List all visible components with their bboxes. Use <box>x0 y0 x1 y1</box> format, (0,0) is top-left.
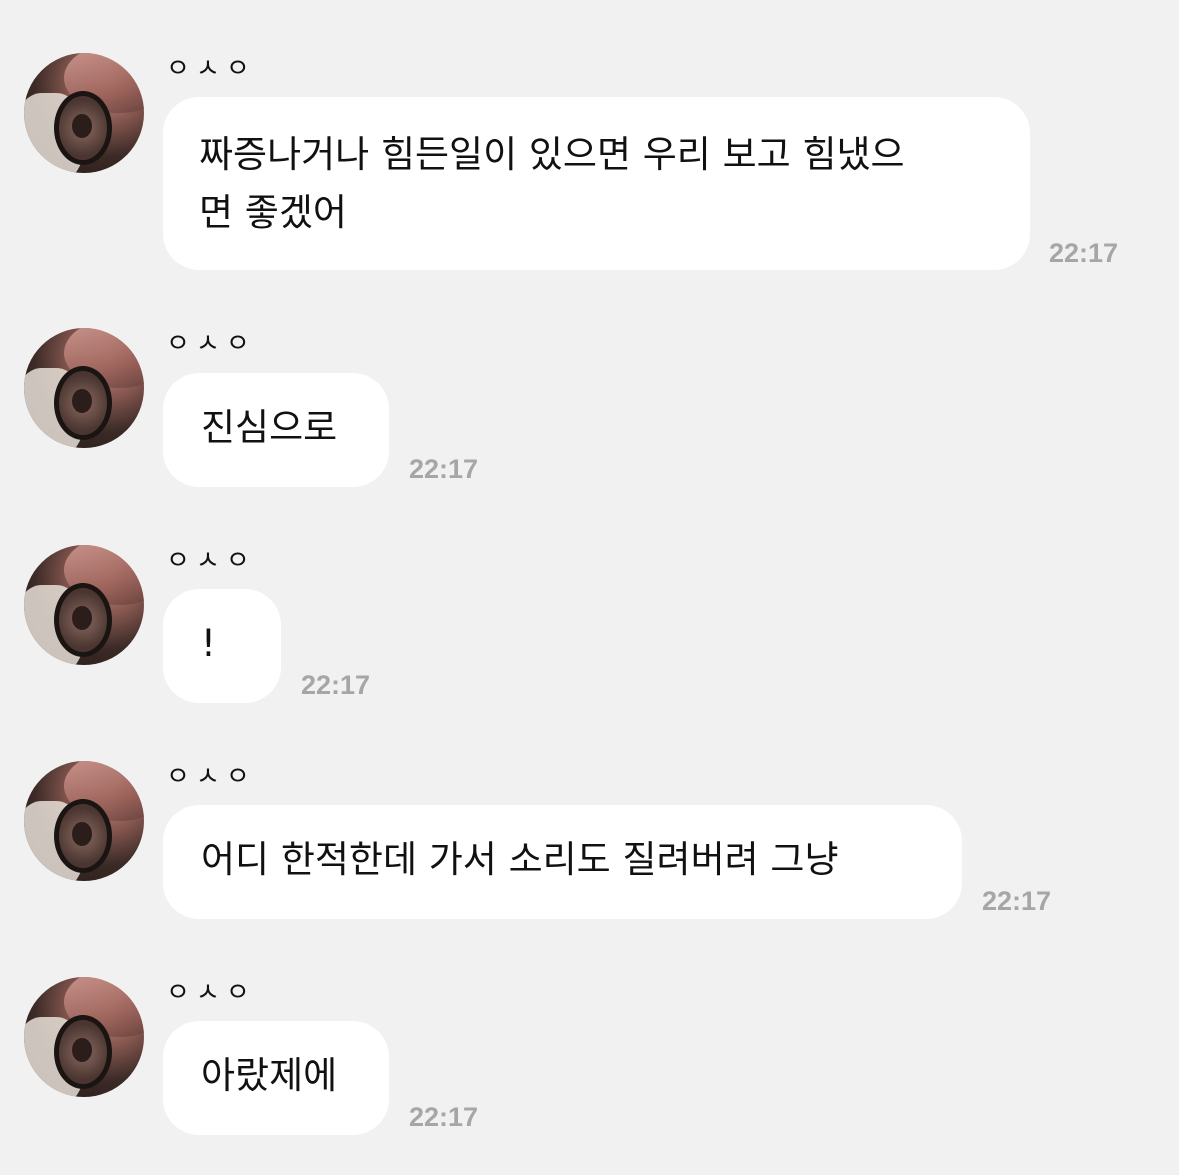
message-bubble[interactable]: 어디 한적한데 가서 소리도 질려버려 그냥 <box>163 805 962 919</box>
message-timestamp: 22:17 <box>982 886 1052 916</box>
avatar[interactable] <box>24 761 144 881</box>
avatar[interactable] <box>24 545 144 665</box>
sender-name[interactable]: ㅇㅅㅇ <box>166 48 256 85</box>
message-bubble[interactable]: 진심으로 <box>163 373 389 487</box>
chat-thread: ㅇㅅㅇ 짜증나거나 힘든일이 있으면 우리 보고 힘냈으 면 좋겠어 22:17… <box>0 0 1179 1175</box>
avatar-glasses <box>54 583 112 657</box>
avatar[interactable] <box>24 53 144 173</box>
avatar[interactable] <box>24 328 144 448</box>
sender-name[interactable]: ㅇㅅㅇ <box>166 972 256 1009</box>
avatar-glasses <box>54 366 112 440</box>
avatar-glasses <box>54 91 112 165</box>
message-bubble[interactable]: ! <box>163 589 281 703</box>
message-timestamp: 22:17 <box>409 1102 479 1132</box>
avatar-glasses <box>54 1015 112 1089</box>
sender-name[interactable]: ㅇㅅㅇ <box>166 323 256 360</box>
message-bubble[interactable]: 짜증나거나 힘든일이 있으면 우리 보고 힘냈으 면 좋겠어 <box>163 97 1030 270</box>
avatar-glasses <box>54 799 112 873</box>
message-timestamp: 22:17 <box>1049 238 1119 268</box>
avatar[interactable] <box>24 977 144 1097</box>
message-bubble[interactable]: 아랐제에 <box>163 1021 389 1135</box>
message-timestamp: 22:17 <box>409 454 479 484</box>
sender-name[interactable]: ㅇㅅㅇ <box>166 540 256 577</box>
sender-name[interactable]: ㅇㅅㅇ <box>166 756 256 793</box>
message-timestamp: 22:17 <box>301 670 371 700</box>
